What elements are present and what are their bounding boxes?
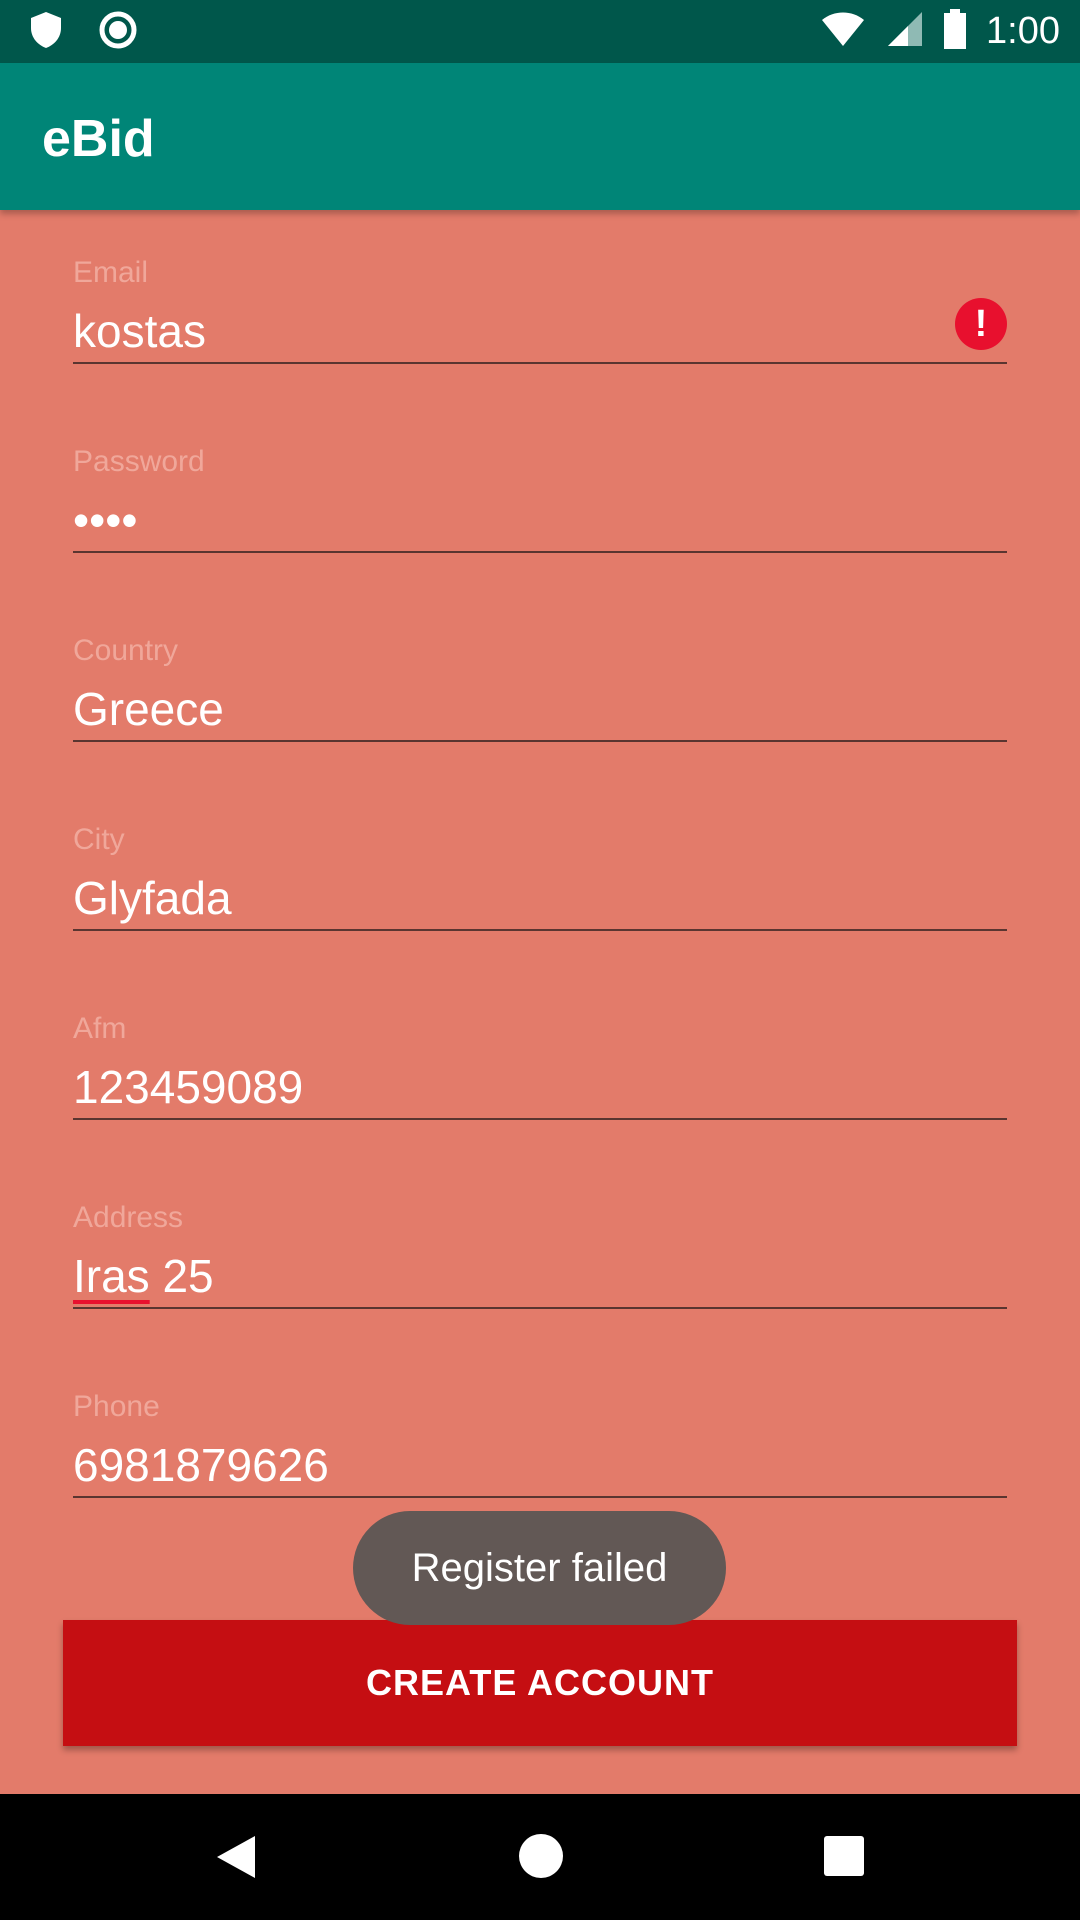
circle-notification-icon <box>98 10 138 55</box>
password-input[interactable]: •••• <box>73 493 137 547</box>
battery-icon <box>942 8 968 54</box>
afm-field[interactable]: Afm 123459089 <box>73 1012 1007 1162</box>
email-input[interactable]: kostas <box>73 304 206 358</box>
address-field[interactable]: Address Iras 25 <box>73 1201 1007 1351</box>
navigation-bar <box>0 1794 1080 1920</box>
error-icon[interactable]: ! <box>955 298 1007 350</box>
misspelled-word[interactable]: Iras <box>73 1250 150 1302</box>
password-field[interactable]: Password •••• <box>73 445 1007 595</box>
toast-message: Register failed <box>353 1511 726 1625</box>
country-field[interactable]: Country Greece <box>73 634 1007 784</box>
country-input[interactable]: Greece <box>73 682 224 736</box>
home-icon[interactable] <box>519 1834 563 1878</box>
signal-icon <box>884 10 924 53</box>
address-underline <box>73 1307 1007 1309</box>
email-field[interactable]: Email kostas ! <box>73 256 1007 406</box>
address-rest: 25 <box>149 1250 214 1302</box>
email-label: Email <box>73 256 149 289</box>
shield-icon <box>28 10 64 55</box>
phone-input[interactable]: 6981879626 <box>73 1438 329 1492</box>
city-field[interactable]: City Glyfada <box>73 823 1007 973</box>
phone-label: Phone <box>73 1390 160 1423</box>
create-account-button[interactable]: CREATE ACCOUNT <box>63 1620 1017 1746</box>
status-bar: 1:00 <box>0 0 1080 63</box>
address-input[interactable]: Iras 25 <box>73 1249 214 1303</box>
country-label: Country <box>73 634 179 667</box>
app-title: eBid <box>42 110 155 168</box>
status-time: 1:00 <box>986 10 1060 52</box>
afm-underline <box>73 1118 1007 1120</box>
password-underline <box>73 551 1007 553</box>
city-underline <box>73 929 1007 931</box>
password-label: Password <box>73 445 205 478</box>
city-input[interactable]: Glyfada <box>73 871 232 925</box>
wifi-icon <box>820 10 866 53</box>
afm-input[interactable]: 123459089 <box>73 1060 303 1114</box>
afm-label: Afm <box>73 1012 127 1045</box>
address-label: Address <box>73 1201 184 1234</box>
email-underline <box>73 362 1007 364</box>
app-bar: eBid <box>0 63 1080 210</box>
country-underline <box>73 740 1007 742</box>
phone-underline <box>73 1496 1007 1498</box>
city-label: City <box>73 823 125 856</box>
back-icon[interactable] <box>215 1834 257 1885</box>
recent-apps-icon[interactable] <box>824 1836 864 1876</box>
